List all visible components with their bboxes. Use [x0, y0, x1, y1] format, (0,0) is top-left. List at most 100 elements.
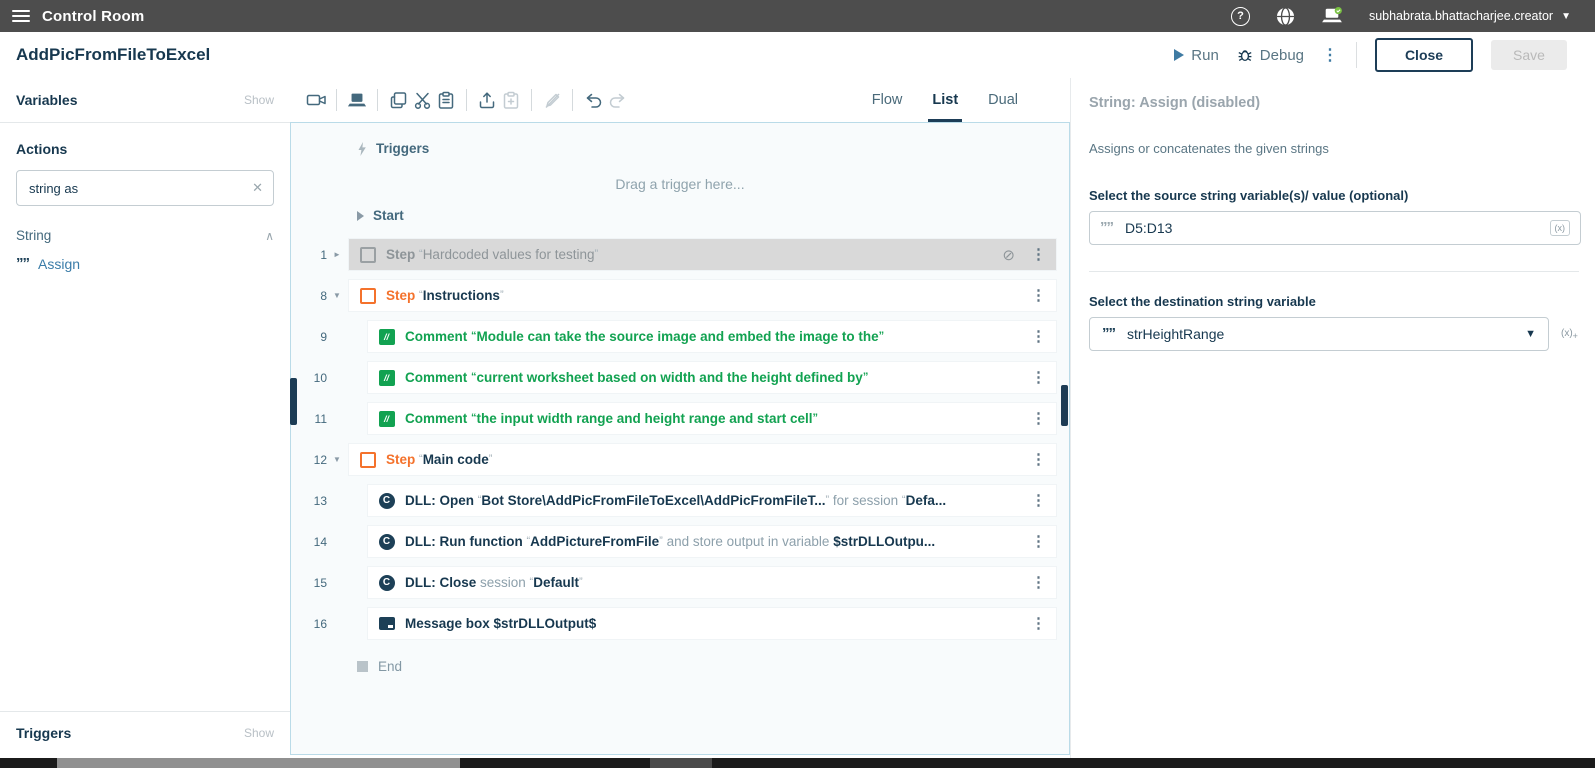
actions-search-box[interactable]: ✕	[16, 170, 274, 206]
panel-description: Assigns or concatenates the given string…	[1089, 141, 1595, 156]
cut-icon[interactable]	[410, 88, 434, 112]
create-variable-icon[interactable]: (x)+	[1561, 328, 1578, 341]
action-row-10: 10//Comment “current worksheet based on …	[291, 362, 1069, 393]
collapse-caret-icon[interactable]: ▼	[333, 291, 341, 300]
device-icon[interactable]	[345, 88, 369, 112]
step-icon	[360, 288, 376, 304]
start-caret-icon	[357, 211, 364, 221]
canvas-end-node: End	[357, 659, 402, 674]
paste-icon[interactable]	[434, 88, 458, 112]
action-item-assign[interactable]: ”” Assign	[16, 256, 274, 272]
action-card[interactable]: //Comment “Module can take the source im…	[368, 321, 1056, 352]
actions-search-input[interactable]	[27, 180, 252, 197]
step-icon	[360, 452, 376, 468]
redo-icon	[605, 88, 629, 112]
action-card[interactable]: CDLL: Open “Bot Store\AddPicFromFileToEx…	[368, 485, 1056, 516]
row-kebab-icon[interactable]: ⋮	[1031, 288, 1046, 303]
row-kebab-icon[interactable]: ⋮	[1031, 616, 1046, 631]
row-kebab-icon[interactable]: ⋮	[1031, 411, 1046, 426]
debug-button[interactable]: Debug	[1237, 47, 1304, 64]
row-kebab-icon[interactable]: ⋮	[1031, 452, 1046, 467]
canvas-scrollbar-thumb[interactable]	[1061, 385, 1068, 426]
run-button[interactable]: Run	[1174, 47, 1219, 64]
dll-icon: C	[379, 534, 395, 550]
save-button: Save	[1491, 40, 1567, 70]
expand-caret-icon[interactable]: ►	[333, 250, 341, 259]
close-button[interactable]: Close	[1375, 38, 1473, 72]
copy-icon[interactable]	[386, 88, 410, 112]
tab-dual[interactable]: Dual	[988, 78, 1018, 122]
select-caret-icon: ▼	[1525, 328, 1536, 340]
action-row-8: 8▼Step “Instructions”⋮	[291, 280, 1069, 311]
left-sidebar: Variables Show Actions ✕ String ∧ ”” Ass…	[0, 78, 290, 758]
editor-center: Flow List Dual Triggers Drag a trigger her…	[290, 78, 1070, 768]
comment-icon: //	[379, 411, 395, 427]
collapse-chevron-icon[interactable]: ∧	[265, 229, 274, 243]
row-kebab-icon[interactable]: ⋮	[1031, 329, 1046, 344]
tab-list[interactable]: List	[932, 78, 958, 122]
string-group-label[interactable]: String	[16, 228, 51, 243]
canvas-start-node[interactable]: Start	[357, 208, 404, 223]
action-card[interactable]: Step “Main code”⋮	[349, 444, 1056, 475]
source-value-input[interactable]: ”” D5:D13 (x)	[1089, 211, 1581, 245]
row-number: 14	[303, 535, 327, 549]
canvas-triggers-header[interactable]: Triggers	[357, 141, 429, 156]
action-row-13: 13CDLL: Open “Bot Store\AddPicFromFileTo…	[291, 485, 1069, 516]
triggers-heading: Triggers	[16, 725, 71, 741]
paste-add-icon	[499, 88, 523, 112]
record-icon[interactable]	[304, 88, 328, 112]
clear-search-icon[interactable]: ✕	[252, 180, 263, 196]
assign-label: Assign	[38, 256, 80, 272]
row-number: 1	[303, 248, 327, 262]
bug-icon	[1237, 47, 1253, 63]
upload-icon[interactable]	[475, 88, 499, 112]
action-card[interactable]: //Comment “current worksheet based on wi…	[368, 362, 1056, 393]
source-field-label: Select the source string variable(s)/ va…	[1089, 188, 1595, 203]
actions-heading: Actions	[16, 141, 274, 157]
toolbar-separator	[336, 89, 337, 111]
row-kebab-icon[interactable]: ⋮	[1031, 370, 1046, 385]
action-card[interactable]: CDLL: Run function “AddPictureFromFile” …	[368, 526, 1056, 557]
lightning-icon	[357, 142, 367, 156]
action-card[interactable]: //Comment “the input width range and hei…	[368, 403, 1056, 434]
panel-divider	[1089, 271, 1579, 272]
help-icon[interactable]: ?	[1231, 7, 1250, 26]
insert-variable-icon[interactable]: (x)	[1550, 220, 1571, 236]
drag-trigger-hint: Drag a trigger here...	[291, 176, 1069, 192]
toolbar-separator	[466, 89, 467, 111]
comment-icon: //	[379, 329, 395, 345]
end-square-icon	[357, 661, 368, 672]
sidebar-scrollbar-thumb[interactable]	[290, 378, 297, 425]
row-kebab-icon[interactable]: ⋮	[1031, 534, 1046, 549]
horizontal-scrollbar[interactable]	[0, 758, 1595, 768]
action-card[interactable]: Step “Instructions”⋮	[349, 280, 1056, 311]
device-status-icon[interactable]	[1321, 7, 1343, 25]
row-number: 16	[303, 617, 327, 631]
user-menu[interactable]: subhabrata.bhattacharjee.creator ▼	[1369, 9, 1571, 23]
step-disabled-icon	[360, 247, 376, 263]
top-bar: Control Room ? subhabrata.bhattacharjee.…	[0, 0, 1595, 32]
disabled-icon: ⊘	[1002, 246, 1015, 264]
variables-show-link[interactable]: Show	[244, 93, 274, 107]
dll-icon: C	[379, 575, 395, 591]
row-kebab-icon[interactable]: ⋮	[1031, 575, 1046, 590]
hamburger-menu-icon[interactable]	[12, 10, 30, 22]
header-kebab-icon[interactable]: ⋮	[1322, 45, 1338, 65]
action-card[interactable]: CDLL: Close session “Default”⋮	[368, 567, 1056, 598]
horizontal-scrollbar-thumb[interactable]	[57, 758, 460, 768]
triggers-show-link[interactable]: Show	[244, 726, 274, 740]
action-card[interactable]: Message box $strDLLOutput$⋮	[368, 608, 1056, 639]
destination-variable-select[interactable]: ”” strHeightRange ▼	[1089, 317, 1549, 351]
row-kebab-icon[interactable]: ⋮	[1031, 493, 1046, 508]
collapse-caret-icon[interactable]: ▼	[333, 455, 341, 464]
username: subhabrata.bhattacharjee.creator	[1369, 9, 1553, 23]
string-quotes-icon: ””	[1102, 329, 1115, 339]
action-card[interactable]: Step “Hardcoded values for testing”⊘⋮	[349, 239, 1056, 270]
properties-panel: String: Assign (disabled) Assigns or con…	[1070, 78, 1595, 758]
undo-icon[interactable]	[581, 88, 605, 112]
tab-flow[interactable]: Flow	[872, 78, 903, 122]
globe-icon[interactable]	[1276, 7, 1295, 26]
row-kebab-icon[interactable]: ⋮	[1031, 247, 1046, 262]
toolbar-separator	[572, 89, 573, 111]
row-number: 12	[303, 453, 327, 467]
